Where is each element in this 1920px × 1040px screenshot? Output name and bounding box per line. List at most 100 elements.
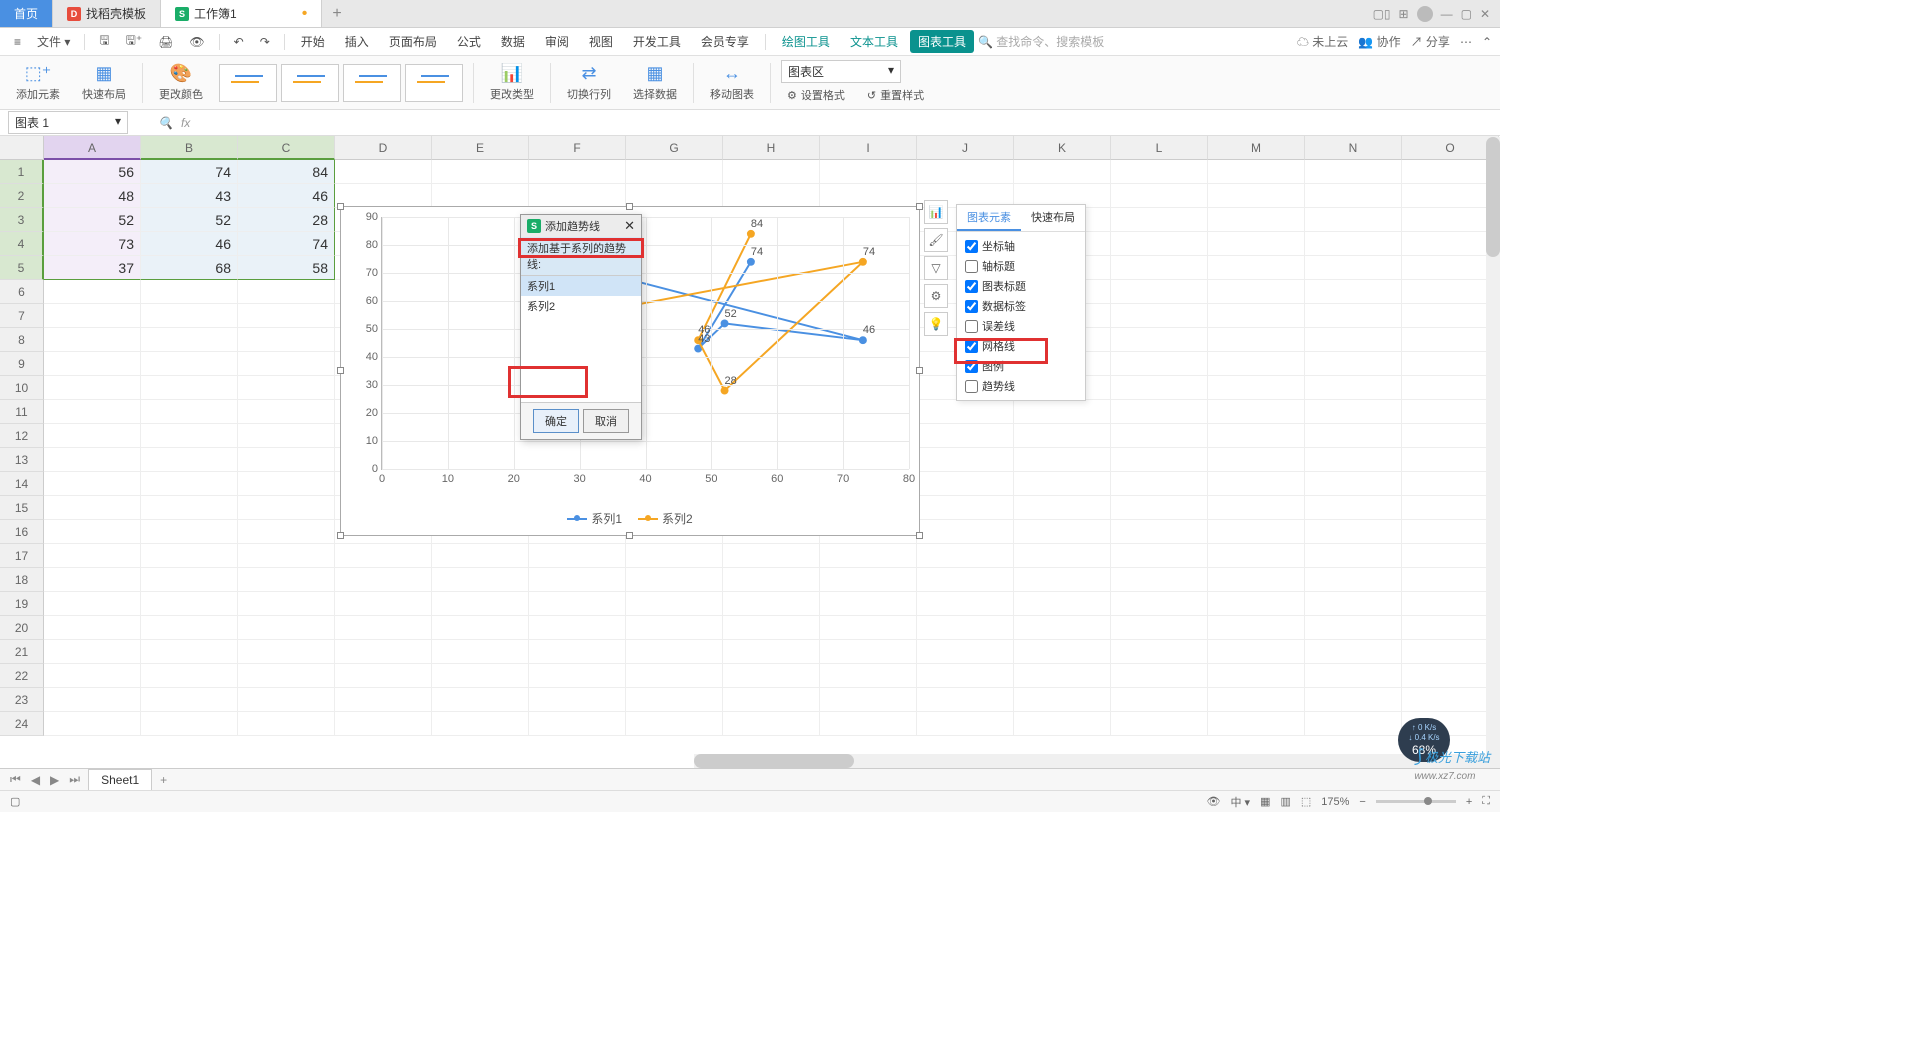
- tab-template[interactable]: D 找稻壳模板: [53, 0, 161, 27]
- row-header-22[interactable]: 22: [0, 664, 44, 688]
- cell[interactable]: [1305, 424, 1402, 448]
- chart-style-1[interactable]: [219, 64, 277, 102]
- legend-series2[interactable]: 系列2: [638, 510, 693, 527]
- chart-elements-icon[interactable]: 📊: [924, 200, 948, 224]
- cell[interactable]: 58: [238, 256, 335, 280]
- panel-item-2[interactable]: 图表标题: [957, 276, 1085, 296]
- redo-icon[interactable]: ↷: [254, 32, 276, 52]
- cloud-status[interactable]: ☁ 未上云: [1297, 33, 1348, 50]
- row-header-11[interactable]: 11: [0, 400, 44, 424]
- cell[interactable]: [1402, 280, 1499, 304]
- cell[interactable]: 68: [141, 256, 238, 280]
- cell[interactable]: [1111, 352, 1208, 376]
- cell[interactable]: [820, 592, 917, 616]
- cell[interactable]: [1111, 472, 1208, 496]
- panel-tab-layout[interactable]: 快速布局: [1021, 205, 1085, 231]
- row-header-16[interactable]: 16: [0, 520, 44, 544]
- fx-icon[interactable]: fx: [181, 116, 190, 130]
- cell[interactable]: [1402, 400, 1499, 424]
- resize-handle-s[interactable]: [626, 532, 633, 539]
- col-header-N[interactable]: N: [1305, 136, 1402, 160]
- cell[interactable]: [1111, 208, 1208, 232]
- cell[interactable]: [238, 472, 335, 496]
- cell[interactable]: [1111, 256, 1208, 280]
- cell[interactable]: [1402, 616, 1499, 640]
- row-header-17[interactable]: 17: [0, 544, 44, 568]
- cell[interactable]: [1014, 520, 1111, 544]
- cell[interactable]: [626, 712, 723, 736]
- cell[interactable]: [626, 544, 723, 568]
- row-header-12[interactable]: 12: [0, 424, 44, 448]
- cell[interactable]: [1402, 304, 1499, 328]
- reset-style-button[interactable]: ↺重置样式: [861, 85, 930, 105]
- cell[interactable]: [44, 472, 141, 496]
- cell[interactable]: [1305, 472, 1402, 496]
- row-header-8[interactable]: 8: [0, 328, 44, 352]
- menu-text-tools[interactable]: 文本工具: [842, 30, 906, 53]
- panel-checkbox[interactable]: [965, 360, 978, 373]
- expand-icon[interactable]: ⌃: [1482, 35, 1492, 49]
- cell[interactable]: [1014, 544, 1111, 568]
- cell[interactable]: 73: [44, 232, 141, 256]
- cell[interactable]: [1402, 424, 1499, 448]
- cell[interactable]: [1305, 496, 1402, 520]
- cell[interactable]: 37: [44, 256, 141, 280]
- minimize-button[interactable]: —: [1441, 7, 1453, 21]
- avatar[interactable]: [1417, 6, 1433, 22]
- cell[interactable]: [141, 328, 238, 352]
- cell[interactable]: [1111, 664, 1208, 688]
- cell[interactable]: [917, 712, 1014, 736]
- cell[interactable]: [1111, 400, 1208, 424]
- cell[interactable]: [335, 640, 432, 664]
- row-header-15[interactable]: 15: [0, 496, 44, 520]
- cell[interactable]: [1305, 712, 1402, 736]
- cell[interactable]: [1402, 640, 1499, 664]
- cell[interactable]: [529, 664, 626, 688]
- cell[interactable]: [1402, 208, 1499, 232]
- cell[interactable]: [529, 616, 626, 640]
- row-header-10[interactable]: 10: [0, 376, 44, 400]
- cell[interactable]: [1305, 160, 1402, 184]
- cell[interactable]: [1305, 280, 1402, 304]
- cell[interactable]: [723, 688, 820, 712]
- save-as-icon[interactable]: 🖫⁺: [120, 28, 149, 55]
- menu-dev[interactable]: 开发工具: [625, 30, 689, 53]
- cell[interactable]: [1111, 688, 1208, 712]
- swap-rc-button[interactable]: ⇄切换行列: [561, 61, 617, 104]
- search-icon[interactable]: 🔍: [158, 116, 173, 130]
- cell[interactable]: [335, 544, 432, 568]
- panel-checkbox[interactable]: [965, 320, 978, 333]
- chart-style-icon[interactable]: 🖌: [924, 228, 948, 252]
- cell[interactable]: [1402, 496, 1499, 520]
- name-box[interactable]: 图表 1▾: [8, 111, 128, 134]
- cell[interactable]: [1402, 376, 1499, 400]
- cell[interactable]: [1305, 448, 1402, 472]
- row-header-18[interactable]: 18: [0, 568, 44, 592]
- chart-filter-icon[interactable]: ▽: [924, 256, 948, 280]
- cell[interactable]: [44, 688, 141, 712]
- set-format-button[interactable]: ⚙设置格式: [781, 85, 851, 105]
- panel-checkbox[interactable]: [965, 280, 978, 293]
- cell[interactable]: [141, 472, 238, 496]
- horizontal-scrollbar[interactable]: [694, 754, 1488, 768]
- cell[interactable]: 84: [238, 160, 335, 184]
- menu-start[interactable]: 开始: [293, 30, 333, 53]
- cell[interactable]: [432, 640, 529, 664]
- col-header-K[interactable]: K: [1014, 136, 1111, 160]
- cell[interactable]: [432, 592, 529, 616]
- view-normal-icon[interactable]: ▦: [1260, 795, 1270, 808]
- cell[interactable]: [141, 544, 238, 568]
- cell[interactable]: [1305, 664, 1402, 688]
- cell[interactable]: [1208, 448, 1305, 472]
- cell[interactable]: [723, 640, 820, 664]
- cell[interactable]: [1111, 232, 1208, 256]
- tab-workbook[interactable]: S 工作簿1 •: [161, 0, 322, 27]
- row-header-24[interactable]: 24: [0, 712, 44, 736]
- cell[interactable]: [1208, 160, 1305, 184]
- cell[interactable]: [432, 184, 529, 208]
- menu-data[interactable]: 数据: [493, 30, 533, 53]
- cell[interactable]: [1305, 568, 1402, 592]
- col-header-H[interactable]: H: [723, 136, 820, 160]
- chart-area-dropdown[interactable]: 图表区▾: [781, 60, 901, 83]
- cell[interactable]: [44, 400, 141, 424]
